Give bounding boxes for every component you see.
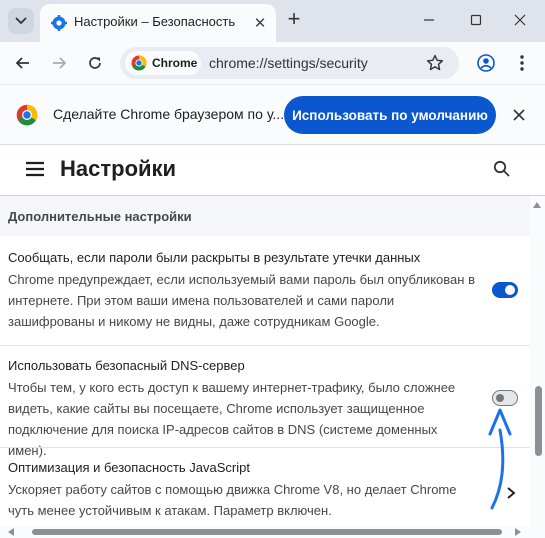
url-text[interactable]: chrome://settings/security xyxy=(209,55,368,71)
chevron-down-icon xyxy=(15,17,27,25)
profile-icon xyxy=(477,54,495,72)
tab-settings-security[interactable]: Настройки – Безопасность ✕ xyxy=(40,4,276,42)
banner-text: Сделайте Chrome браузером по у... xyxy=(53,106,285,122)
search-icon[interactable] xyxy=(492,159,512,179)
settings-scroll-area[interactable]: Дополнительные настройки Сообщать, если … xyxy=(0,196,530,526)
toggle-knob xyxy=(505,285,515,295)
section-title: Дополнительные настройки xyxy=(8,209,192,224)
minimize-icon[interactable] xyxy=(417,8,441,32)
annotation-arrow-icon xyxy=(488,408,512,510)
chrome-logo-icon xyxy=(16,104,38,126)
item-description: Chrome предупреждает, если используемый … xyxy=(8,272,475,329)
reload-icon xyxy=(89,57,101,69)
scroll-up-icon[interactable] xyxy=(533,202,541,208)
tab-search-button[interactable] xyxy=(8,8,34,34)
settings-card: Сообщать, если пароли были раскрыты в ре… xyxy=(0,236,530,526)
leak-detection-row[interactable]: Сообщать, если пароли были раскрыты в ре… xyxy=(0,236,530,344)
default-browser-banner: Сделайте Chrome браузером по у... Исполь… xyxy=(0,84,545,145)
arrow-right-icon xyxy=(53,57,67,69)
chrome-logo-icon xyxy=(131,55,147,71)
bookmark-star-icon[interactable] xyxy=(425,53,445,73)
scroll-right-icon[interactable] xyxy=(515,528,521,536)
more-vert-icon xyxy=(520,55,524,71)
menu-button[interactable] xyxy=(510,51,534,75)
back-button[interactable] xyxy=(11,51,35,75)
leak-detection-toggle[interactable] xyxy=(492,282,518,298)
horizontal-scroll-thumb[interactable] xyxy=(32,529,502,535)
hamburger-menu-icon[interactable] xyxy=(25,160,45,178)
arrow-left-icon xyxy=(15,57,29,69)
maximize-icon[interactable] xyxy=(464,8,488,32)
page-title: Настройки xyxy=(60,156,177,181)
secure-dns-row[interactable]: Использовать безопасный DNS-сервер Чтобы… xyxy=(0,346,530,458)
set-default-button[interactable]: Использовать по умолчанию xyxy=(284,96,496,134)
item-description: Ускоряет работу сайтов с помощью движка … xyxy=(8,482,457,518)
chip-label: Chrome xyxy=(152,56,198,70)
horizontal-scrollbar[interactable] xyxy=(0,526,545,538)
toolbar: Chrome chrome://settings/security xyxy=(0,42,545,84)
item-title: Сообщать, если пароли были раскрыты в ре… xyxy=(8,250,421,265)
settings-page: Настройки Дополнительные настройки Сообщ… xyxy=(0,144,545,538)
reload-button[interactable] xyxy=(83,51,107,75)
tab-title: Настройки – Безопасность xyxy=(74,14,236,29)
vertical-scroll-thumb[interactable] xyxy=(535,386,542,456)
close-icon[interactable] xyxy=(509,105,529,125)
item-title: Использовать безопасный DNS-сервер xyxy=(8,358,245,373)
forward-button[interactable] xyxy=(47,51,71,75)
omnibox[interactable]: Chrome chrome://settings/security xyxy=(120,47,459,79)
vertical-scrollbar[interactable] xyxy=(530,196,545,526)
gear-icon xyxy=(51,15,67,31)
tab-close-icon[interactable]: ✕ xyxy=(252,15,268,32)
javascript-optimization-row[interactable]: Оптимизация и безопасность JavaScript Ус… xyxy=(0,448,530,526)
tab-strip: Настройки – Безопасность ✕ + xyxy=(0,0,545,42)
item-title: Оптимизация и безопасность JavaScript xyxy=(8,460,250,475)
close-window-icon[interactable] xyxy=(508,8,532,32)
profile-button[interactable] xyxy=(474,51,498,75)
settings-header: Настройки xyxy=(0,145,545,196)
new-tab-button[interactable]: + xyxy=(283,8,305,30)
scroll-left-icon[interactable] xyxy=(8,528,14,536)
site-info-chip[interactable]: Chrome xyxy=(125,51,201,75)
